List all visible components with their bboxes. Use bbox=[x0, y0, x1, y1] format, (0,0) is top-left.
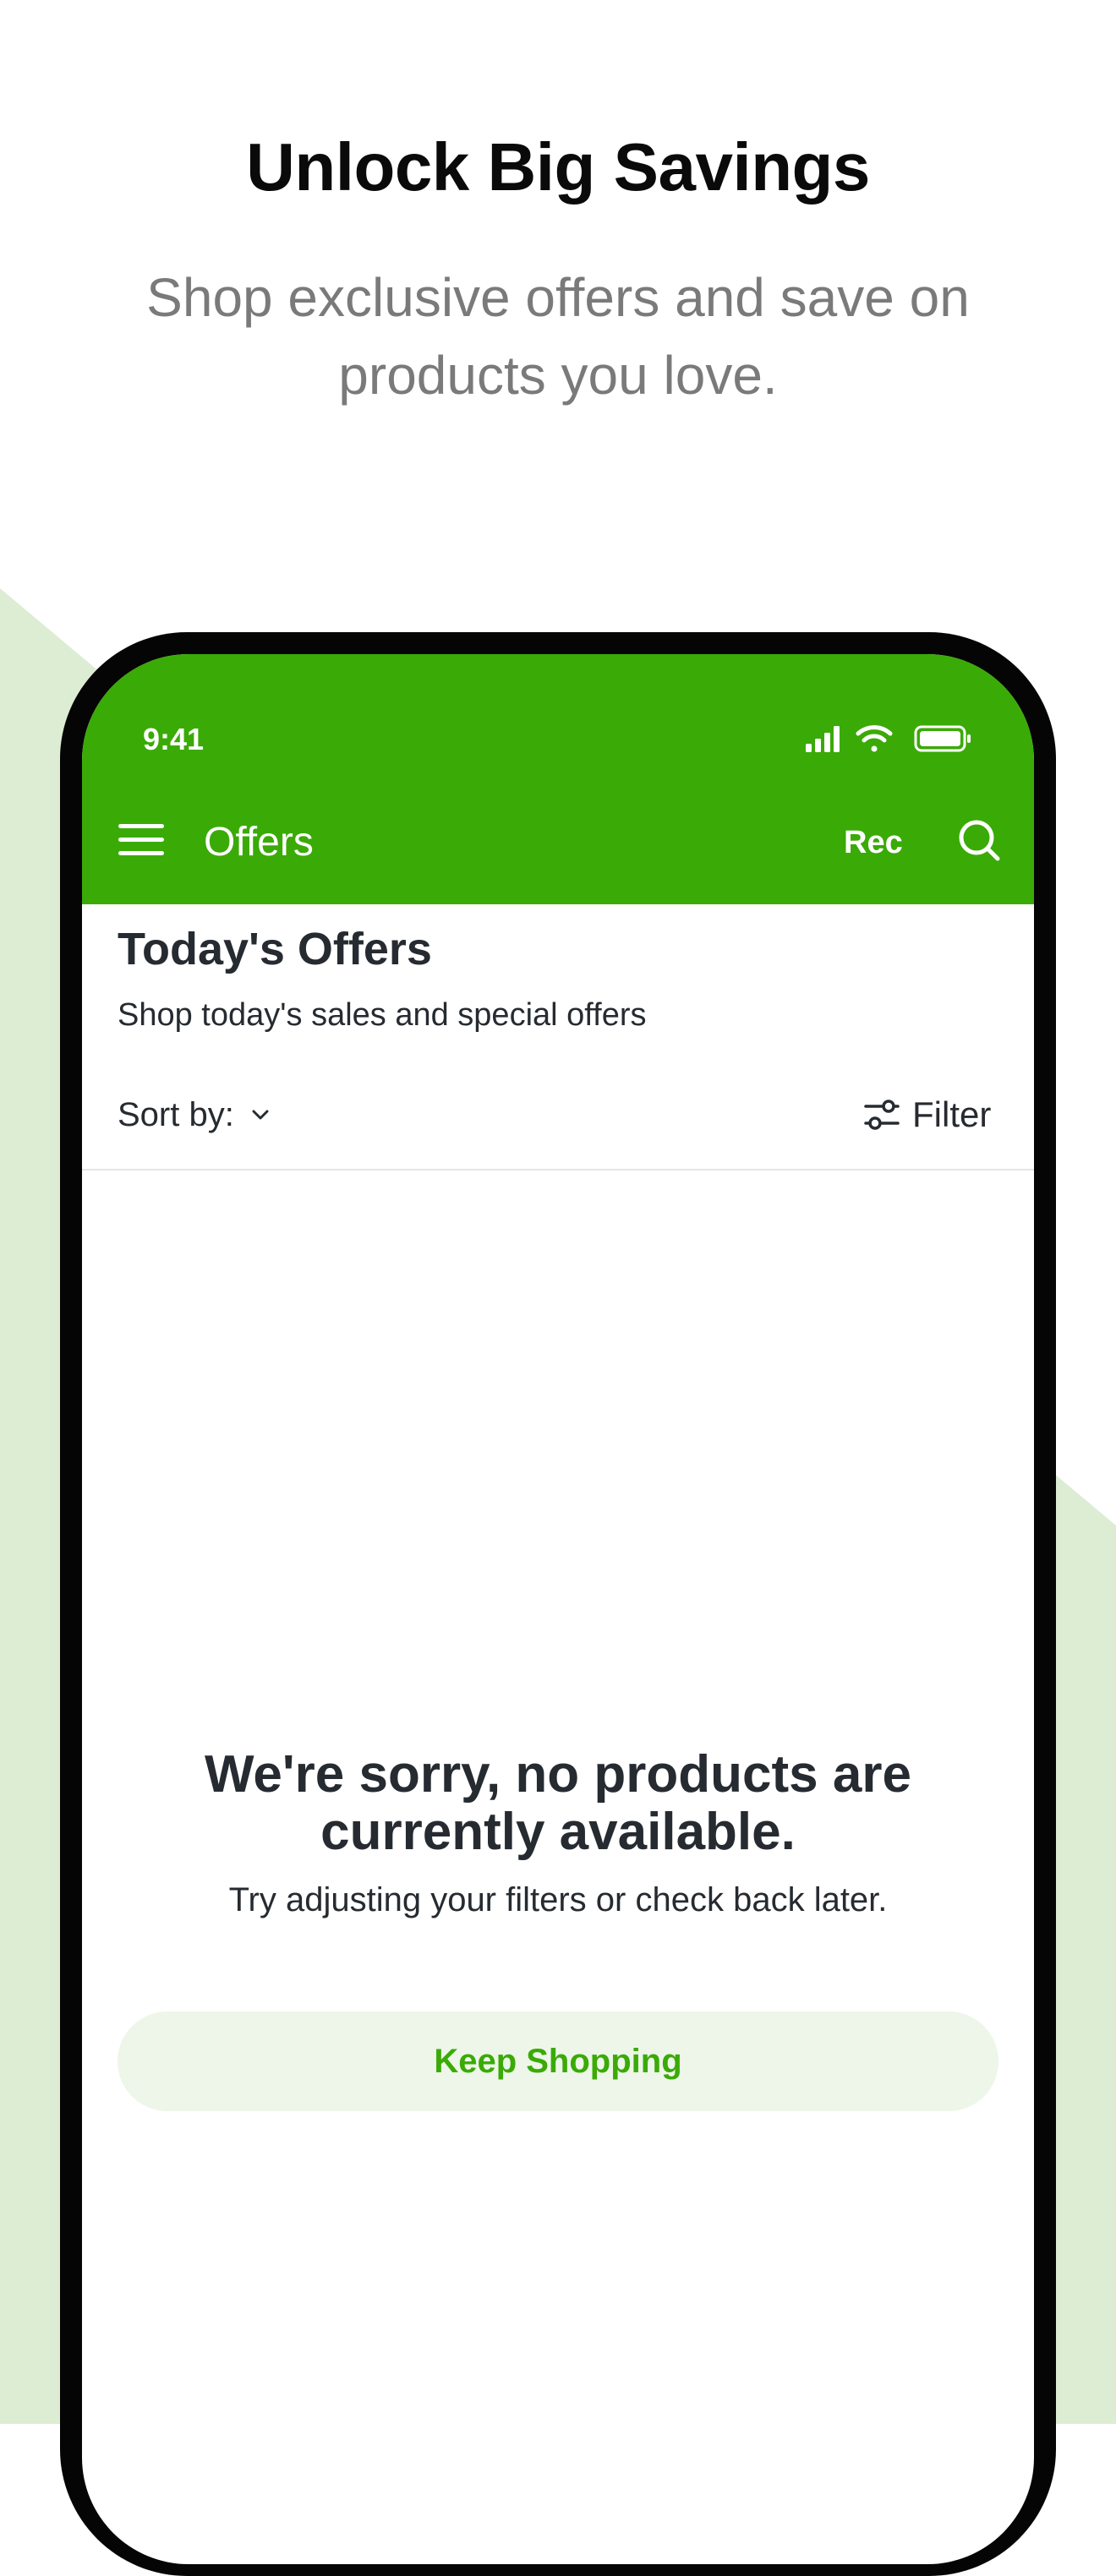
search-button[interactable] bbox=[954, 815, 1004, 865]
sort-dropdown[interactable]: Sort by: bbox=[118, 1094, 270, 1136]
status-icons bbox=[806, 722, 975, 756]
status-time: 9:41 bbox=[143, 722, 205, 756]
filter-button[interactable]: Filter bbox=[863, 1094, 991, 1136]
promo-subtitle: Shop exclusive offers and save on produc… bbox=[146, 267, 970, 406]
menu-button[interactable] bbox=[116, 815, 167, 865]
toolbar-divider bbox=[82, 1169, 1034, 1171]
cellular-signal-icon bbox=[806, 726, 840, 752]
empty-state-title: We're sorry, no products are currently a… bbox=[205, 1745, 911, 1861]
keep-shopping-button[interactable]: Keep Shopping bbox=[118, 2011, 998, 2111]
app-header: 9:41 Offers Rec bbox=[82, 654, 1034, 904]
search-icon bbox=[959, 820, 1000, 861]
filter-sliders-icon bbox=[864, 1100, 900, 1130]
promo-title: Unlock Big Savings bbox=[246, 129, 870, 205]
nav-title: Offers bbox=[204, 820, 314, 865]
empty-state-message: Try adjusting your filters or check back… bbox=[228, 1881, 888, 1918]
chevron-down-icon bbox=[252, 1110, 269, 1120]
page-subtitle: Shop today's sales and special offers bbox=[118, 997, 647, 1033]
filter-label: Filter bbox=[912, 1094, 992, 1134]
battery-icon bbox=[914, 725, 971, 752]
rec-button[interactable]: Rec bbox=[844, 825, 903, 861]
phone-frame: 9:41 Offers Rec Today's Offers Shop toda… bbox=[60, 632, 1056, 2576]
phone-screen: 9:41 Offers Rec Today's Offers Shop toda… bbox=[82, 654, 1034, 2564]
page-title: Today's Offers bbox=[118, 924, 432, 974]
wifi-icon bbox=[856, 725, 893, 752]
sort-label: Sort by: bbox=[118, 1095, 234, 1133]
hamburger-menu-icon bbox=[118, 824, 164, 855]
